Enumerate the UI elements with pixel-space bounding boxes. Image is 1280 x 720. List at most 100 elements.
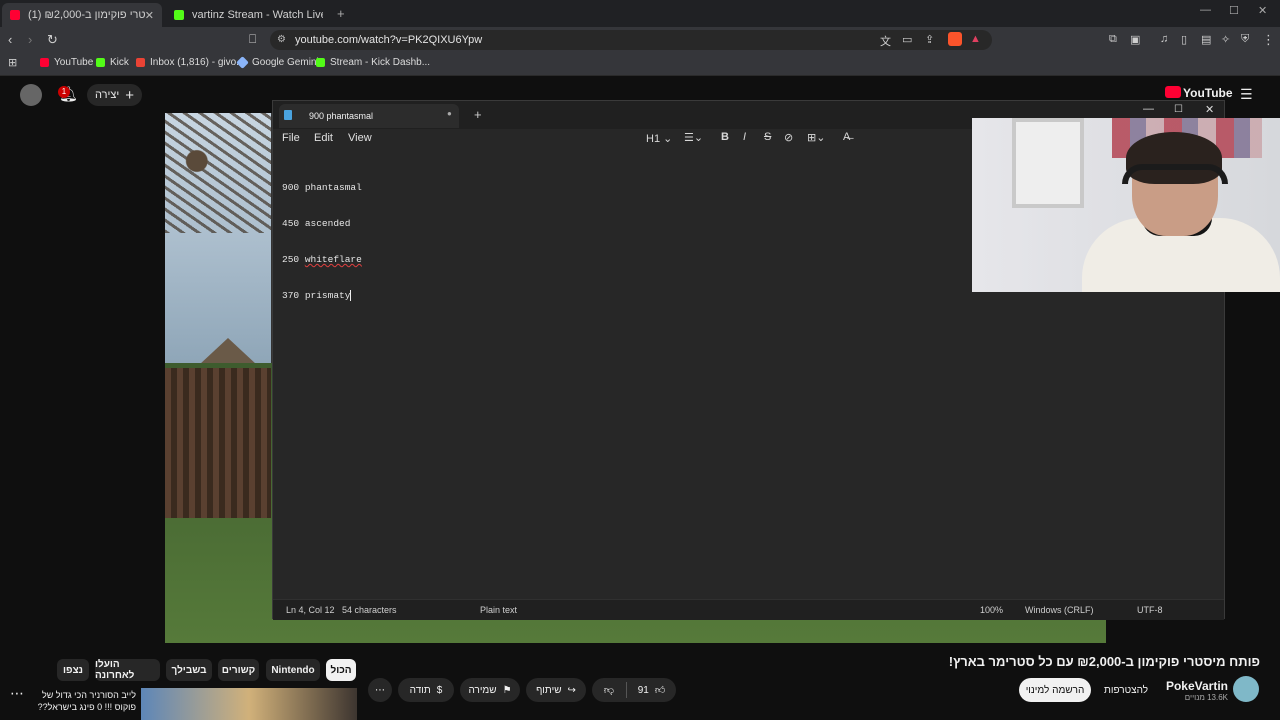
dislike-icon[interactable]: 👎︎	[592, 684, 626, 696]
kick-favicon-icon	[174, 10, 184, 20]
bookmark-page-icon[interactable]: ⎕	[249, 32, 256, 47]
tab-title: (1) פותח מיסטרי פוקימון ב-₪2,000	[28, 9, 145, 21]
brave-rewards-icon[interactable]: ▲	[970, 33, 981, 45]
chip-nintendo[interactable]: Nintendo	[266, 659, 320, 681]
recommended-title[interactable]: לייב הסורניר הכי גדול של פוקוס !!! 0 פינ…	[30, 689, 136, 713]
heading-label: H1	[646, 133, 661, 145]
bookmark-label: Inbox (1,816) - givo...	[150, 57, 245, 68]
notepad-minimize-icon[interactable]: —	[1143, 103, 1154, 115]
vpn-icon[interactable]: ⛨	[1241, 33, 1249, 46]
status-line-ending[interactable]: Windows (CRLF)	[1025, 605, 1094, 615]
webcam-overlay	[972, 118, 1280, 292]
status-format[interactable]: Plain text	[480, 605, 517, 615]
menu-view[interactable]: View	[348, 132, 372, 144]
line-word: prismaty	[304, 290, 351, 301]
tab-kick[interactable]: vartinz Stream - Watch Live on Kick	[166, 3, 331, 27]
wallet-icon[interactable]: ▤	[1201, 33, 1211, 46]
youtube-logo-text[interactable]: YouTube	[1183, 86, 1233, 100]
apps-grid-icon[interactable]: ⊞	[8, 56, 17, 69]
italic-icon[interactable]: I	[743, 131, 746, 143]
menu-file[interactable]: File	[282, 132, 300, 144]
music-icon[interactable]: ♫	[1160, 33, 1168, 45]
bookmark-icon: ⚑	[502, 684, 512, 696]
more-actions-button[interactable]: ⋯	[368, 678, 392, 702]
chip-related[interactable]: קשורים	[218, 659, 259, 681]
kick-icon	[316, 58, 325, 67]
close-window-icon[interactable]: ✕	[1258, 4, 1267, 17]
bookmark-label: YouTube	[54, 57, 94, 68]
line-number: 250	[282, 254, 300, 265]
unsaved-dot-icon[interactable]: ●	[447, 109, 452, 118]
forward-icon[interactable]: ›	[28, 32, 32, 47]
status-position[interactable]: Ln 4, Col 12	[286, 605, 335, 615]
share-page-icon[interactable]: ⇪	[925, 33, 934, 46]
cast-icon[interactable]: ▭	[902, 33, 912, 46]
like-count: 91	[637, 684, 649, 696]
youtube-icon	[40, 58, 49, 67]
save-button[interactable]: שמירה ⚑	[460, 678, 520, 702]
menu-edit[interactable]: Edit	[314, 132, 333, 144]
clear-format-icon[interactable]: A̶	[843, 131, 850, 143]
reload-icon[interactable]: ↻	[47, 32, 58, 48]
channel-avatar[interactable]	[1233, 676, 1259, 702]
bookmark-gemini[interactable]: Google Gemini	[236, 56, 319, 69]
tab-youtube[interactable]: (1) פותח מיסטרי פוקימון ב-₪2,000 ✕	[2, 3, 162, 27]
subscriber-count: 13.6K מנויים	[1184, 693, 1228, 702]
account-avatar[interactable]	[20, 84, 42, 106]
bold-icon[interactable]: B	[721, 131, 729, 143]
recommended-thumbnail[interactable]	[141, 688, 357, 720]
list-dropdown-icon[interactable]: ☰⌄	[684, 131, 703, 144]
hamburger-menu-icon[interactable]: ☰	[1240, 86, 1253, 103]
join-button[interactable]: להצטרפות	[1097, 678, 1155, 702]
chip-all[interactable]: הכול	[326, 659, 356, 681]
maximize-icon[interactable]: ☐	[1229, 4, 1239, 17]
chip-watched[interactable]: נצפו	[57, 659, 89, 681]
brave-shield-icon[interactable]	[948, 32, 962, 46]
notepad-maximize-icon[interactable]: ☐	[1174, 104, 1183, 115]
like-button[interactable]: 91 👍︎	[627, 684, 676, 697]
extensions-icon[interactable]: ⧉	[1109, 33, 1117, 46]
translate-icon[interactable]: 文	[880, 33, 891, 49]
bookmark-kick-dashboard[interactable]: Stream - Kick Dashb...	[316, 57, 430, 68]
chip-recently-uploaded[interactable]: הועלו לאחרונה	[95, 659, 160, 681]
video-title: פותח מיסטרי פוקימון ב-₪2,000 עם כל סטרימ…	[948, 654, 1260, 669]
notepad-text-area[interactable]: 900 phantasmal 450 ascended 250 whitefla…	[282, 158, 362, 326]
close-tab-icon[interactable]: ✕	[145, 9, 154, 22]
heading-dropdown[interactable]: H1 ⌄	[646, 132, 672, 145]
share-button[interactable]: שיתוף ↪	[526, 678, 586, 702]
create-button[interactable]: יצירה +	[87, 84, 142, 106]
site-info-icon[interactable]: ⚙	[277, 34, 286, 45]
bookmark-youtube[interactable]: YouTube	[40, 57, 93, 68]
chip-for-you[interactable]: בשבילך	[166, 659, 212, 681]
status-zoom[interactable]: 100%	[980, 605, 1003, 615]
channel-name[interactable]: PokeVartin	[1166, 679, 1228, 693]
thanks-icon: $	[436, 684, 443, 696]
ai-assistant-icon[interactable]: ✧	[1221, 33, 1230, 46]
like-dislike-group: 👎︎ 91 👍︎	[592, 678, 676, 702]
url-text[interactable]: youtube.com/watch?v=PK2QIXU6Ypw	[295, 34, 482, 46]
table-dropdown-icon[interactable]: ⊞⌄	[807, 131, 825, 144]
new-tab-icon[interactable]: +	[337, 6, 345, 21]
subscribe-button[interactable]: הרשמה למינוי	[1019, 678, 1091, 702]
notepad-new-tab-icon[interactable]: +	[474, 107, 482, 122]
bookmark-kick[interactable]: Kick	[96, 57, 129, 68]
sidebar-icon[interactable]: ▯	[1181, 33, 1187, 46]
save-label: שמירה	[468, 684, 497, 696]
status-encoding[interactable]: UTF-8	[1137, 605, 1163, 615]
rec-more-icon[interactable]: ⋯	[10, 685, 24, 702]
create-label: יצירה	[95, 89, 120, 101]
bookmark-gmail[interactable]: Inbox (1,816) - givo...	[136, 57, 245, 68]
screenshot-icon[interactable]: ▣	[1130, 33, 1140, 46]
thanks-button[interactable]: תודה $	[398, 678, 454, 702]
youtube-logo-icon[interactable]	[1165, 86, 1181, 98]
chevron-down-icon: ⌄	[663, 133, 673, 145]
link-icon[interactable]: ⊘	[784, 131, 793, 144]
text-line: 370 prismaty	[282, 290, 362, 302]
minimize-icon[interactable]: —	[1200, 4, 1211, 16]
back-icon[interactable]: ‹	[8, 32, 12, 47]
notepad-close-icon[interactable]: ✕	[1205, 103, 1214, 116]
menu-icon[interactable]: ⋮	[1262, 32, 1275, 48]
like-icon: 👍︎	[654, 685, 666, 696]
headphones-icon	[1122, 164, 1228, 184]
strikethrough-icon[interactable]: S	[764, 131, 771, 143]
